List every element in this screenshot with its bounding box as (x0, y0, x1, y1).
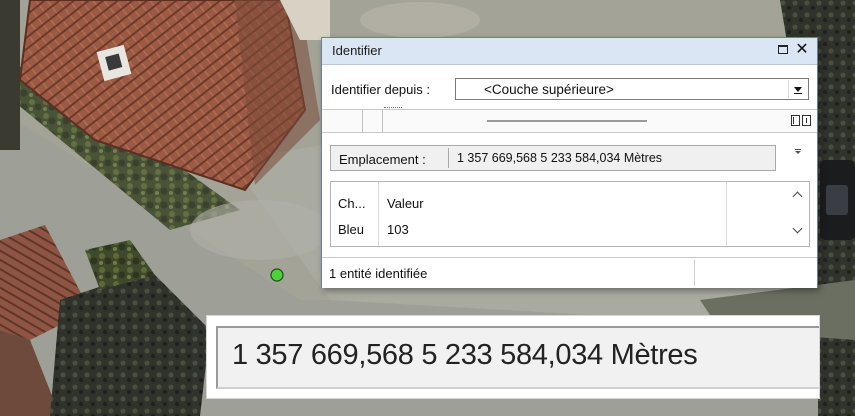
close-icon[interactable]: ✕ (794, 40, 810, 60)
zoom-callout: 1 357 669,568 5 233 584,034 Mètres (206, 315, 820, 399)
tree-node-stub (384, 107, 402, 113)
identify-window[interactable]: Identifier ✕ Identifier depuis : <Couche… (321, 37, 818, 288)
location-panel: Emplacement : 1 357 669,568 5 233 584,03… (330, 145, 776, 171)
map-point-marker (270, 268, 284, 282)
status-divider (694, 260, 695, 286)
expand-all-icon[interactable] (791, 115, 800, 126)
zoomed-location-value: 1 357 669,568 5 233 584,034 Mètres (232, 339, 698, 371)
tree-divider (382, 110, 383, 132)
dropdown-arrow-icon[interactable] (788, 80, 807, 98)
maximize-icon[interactable] (778, 45, 788, 54)
identify-from-label: Identifier depuis : (331, 82, 431, 97)
scroll-up-icon[interactable] (791, 188, 805, 202)
zoomed-location-field: 1 357 669,568 5 233 584,034 Mètres (216, 326, 819, 389)
panel-splitter[interactable] (487, 120, 647, 122)
column-header-value[interactable]: Valeur (387, 196, 424, 211)
location-options-icon[interactable] (794, 149, 802, 155)
column-divider[interactable] (726, 182, 727, 246)
identify-from-selected-value: <Couche supérieure> (484, 82, 614, 97)
scroll-down-icon[interactable] (791, 224, 805, 238)
results-tree[interactable] (322, 107, 817, 133)
attribute-field-value: 103 (387, 222, 409, 237)
column-header-field[interactable]: Ch... (338, 196, 365, 211)
window-titlebar[interactable]: Identifier ✕ (322, 38, 817, 65)
tree-divider (362, 110, 363, 132)
attribute-table[interactable]: Ch... Valeur Bleu 103 (330, 181, 810, 247)
window-title: Identifier (332, 43, 382, 58)
collapse-all-icon[interactable] (802, 115, 811, 126)
status-bar: 1 entité identifiée (322, 257, 817, 288)
location-label: Emplacement : (339, 152, 426, 167)
identify-from-dropdown[interactable]: <Couche supérieure> (455, 78, 809, 100)
attribute-field-name: Bleu (338, 222, 365, 237)
column-divider[interactable] (378, 182, 379, 246)
location-value: 1 357 669,568 5 233 584,034 Mètres (448, 148, 773, 168)
status-text: 1 entité identifiée (329, 266, 428, 281)
